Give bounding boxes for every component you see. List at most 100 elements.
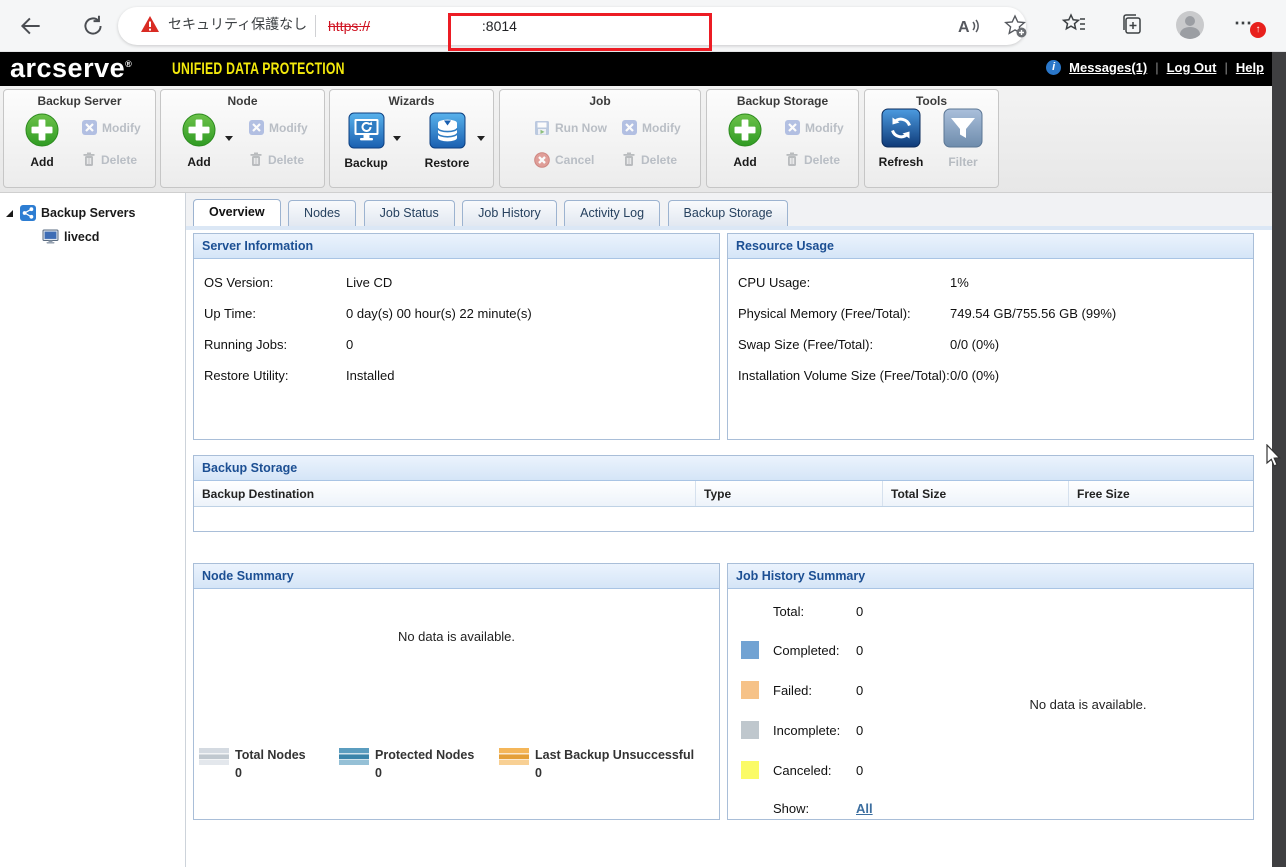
restore-wizard-button[interactable]: Restore (415, 112, 479, 170)
tree-expand-caret[interactable] (6, 210, 13, 217)
messages-link[interactable]: Messages(1) (1069, 60, 1147, 75)
logout-link[interactable]: Log Out (1167, 60, 1217, 75)
url-scheme: https:// (328, 18, 370, 34)
status-swatch-completed (741, 641, 759, 659)
group-backup-storage: Backup Storage Add Modify Delete (706, 89, 859, 188)
header-links: i Messages(1) | Log Out | Help (1046, 60, 1264, 75)
product-name: UNIFIED DATA PROTECTION (172, 59, 345, 79)
job-delete-button[interactable]: Delete (622, 152, 677, 167)
panel-server-information: Server Information OS Version:Live CD Up… (193, 233, 720, 440)
panel-title: Job History Summary (728, 564, 1253, 589)
tab-job-history[interactable]: Job History (462, 200, 557, 226)
job-cancel-button[interactable]: Cancel (534, 152, 594, 168)
tree-node-backup-servers[interactable]: Backup Servers (6, 205, 136, 221)
server-tree-sidebar: Backup Servers livecd (0, 193, 186, 867)
page-refresh-icon[interactable] (80, 13, 106, 39)
panel-title: Backup Storage (194, 456, 1253, 481)
mouse-cursor (1266, 444, 1281, 467)
server-monitor-icon (42, 229, 59, 244)
job-history-row-completed: Completed:0 (741, 641, 863, 659)
job-history-row-show: Show:All (741, 801, 873, 816)
legend-last-backup-unsuccessful: Last Backup Unsuccessful0 (499, 746, 694, 782)
svg-text:A: A (958, 19, 970, 36)
node-add-button[interactable]: Add (167, 112, 231, 169)
delete-icon (785, 152, 799, 167)
backup-wizard-icon (348, 112, 385, 149)
server-info-row: Running Jobs:0 (204, 329, 719, 360)
job-history-row-canceled: Canceled:0 (741, 761, 863, 779)
backup-servers-icon (20, 205, 36, 221)
job-run-now-button[interactable]: Run Now (534, 120, 607, 136)
restore-wizard-dropdown-arrow[interactable] (477, 136, 485, 141)
grid-header: Backup Destination Type Total Size Free … (194, 481, 1253, 507)
tab-activity-log[interactable]: Activity Log (564, 200, 660, 226)
panel-title: Server Information (194, 234, 719, 259)
panel-resource-usage: Resource Usage CPU Usage:1% Physical Mem… (727, 233, 1254, 440)
column-free-size[interactable]: Free Size (1069, 481, 1253, 506)
node-summary-empty-text: No data is available. (194, 629, 719, 644)
group-job: Job Run Now Modify Cancel Delete (499, 89, 701, 188)
backup-server-add-button[interactable]: Add (10, 112, 74, 169)
restore-wizard-icon (429, 112, 466, 149)
back-icon[interactable] (18, 13, 44, 39)
modify-icon (622, 120, 637, 135)
server-info-row: OS Version:Live CD (204, 267, 719, 298)
help-link[interactable]: Help (1236, 60, 1264, 75)
column-type[interactable]: Type (696, 481, 883, 506)
group-wizards: Wizards Backup Restore (329, 89, 494, 188)
security-warning-icon (140, 15, 160, 33)
collections-icon[interactable] (1118, 11, 1146, 39)
job-history-row-total: Total:0 (741, 604, 863, 619)
column-total-size[interactable]: Total Size (883, 481, 1069, 506)
app-header: arcserve® UNIFIED DATA PROTECTION i Mess… (0, 52, 1286, 86)
grid-empty-body (194, 507, 1253, 531)
panel-title: Resource Usage (728, 234, 1253, 259)
resource-row: Physical Memory (Free/Total):749.54 GB/7… (738, 298, 1253, 329)
backup-wizard-button[interactable]: Backup (334, 112, 398, 170)
redaction-annotation (448, 13, 712, 51)
server-info-row: Restore Utility:Installed (204, 360, 719, 391)
filter-button[interactable]: Filter (931, 108, 995, 169)
add-icon (181, 112, 217, 148)
tab-overview[interactable]: Overview (193, 199, 281, 226)
backup-storage-delete-button[interactable]: Delete (785, 152, 840, 167)
backup-server-delete-button[interactable]: Delete (82, 152, 137, 167)
profile-avatar[interactable] (1176, 11, 1204, 39)
node-add-dropdown-arrow[interactable] (225, 136, 233, 141)
run-now-icon (534, 120, 550, 136)
job-modify-button[interactable]: Modify (622, 120, 681, 135)
node-delete-button[interactable]: Delete (249, 152, 304, 167)
backup-wizard-dropdown-arrow[interactable] (393, 136, 401, 141)
security-warning-text: セキュリティ保護なし (168, 14, 307, 34)
main-tabstrip: Overview Nodes Job Status Job History Ac… (186, 193, 1272, 226)
address-bar[interactable]: セキュリティ保護なし https:// :8014 A (118, 7, 1026, 45)
cancel-icon (534, 152, 550, 168)
backup-storage-modify-button[interactable]: Modify (785, 120, 844, 135)
tree-node-livecd[interactable]: livecd (42, 229, 99, 244)
tab-nodes[interactable]: Nodes (288, 200, 356, 226)
tab-backup-storage[interactable]: Backup Storage (668, 200, 789, 226)
show-all-link[interactable]: All (856, 801, 873, 816)
legend-swatch (499, 748, 529, 765)
server-info-row: Up Time:0 day(s) 00 hour(s) 22 minute(s) (204, 298, 719, 329)
legend-protected-nodes: Protected Nodes0 (339, 746, 474, 782)
site-info-button[interactable]: セキュリティ保護なし (140, 14, 307, 34)
resource-row: Swap Size (Free/Total):0/0 (0%) (738, 329, 1253, 360)
legend-swatch (339, 748, 369, 765)
panel-node-summary: Node Summary No data is available. Total… (193, 563, 720, 820)
read-aloud-icon[interactable]: A (956, 14, 982, 38)
arcserve-logo: arcserve® (10, 53, 132, 84)
menu-notification-badge: ↑ (1250, 22, 1266, 38)
backup-storage-add-button[interactable]: Add (713, 112, 777, 169)
panel-title: Node Summary (194, 564, 719, 589)
node-modify-button[interactable]: Modify (249, 120, 308, 135)
legend-swatch (199, 748, 229, 765)
column-backup-destination[interactable]: Backup Destination (194, 481, 696, 506)
address-divider (315, 15, 316, 37)
panel-backup-storage: Backup Storage Backup Destination Type T… (193, 455, 1254, 532)
tab-job-status[interactable]: Job Status (364, 200, 455, 226)
add-favorite-icon[interactable] (1002, 13, 1028, 39)
backup-server-modify-button[interactable]: Modify (82, 120, 141, 135)
refresh-button[interactable]: Refresh (869, 108, 933, 169)
favorites-bar-icon[interactable] (1060, 11, 1088, 39)
